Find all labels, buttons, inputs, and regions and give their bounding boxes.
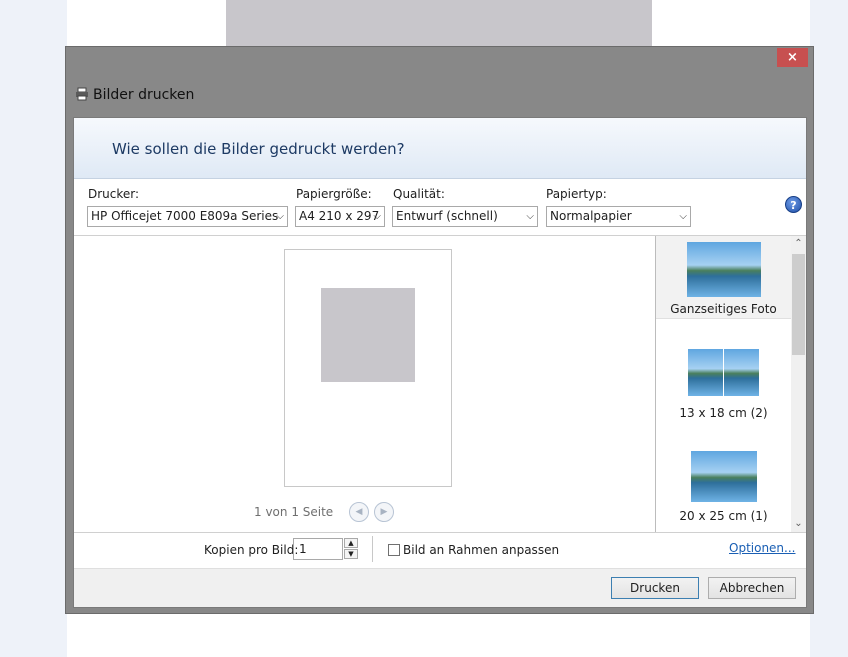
close-icon: × <box>787 50 798 65</box>
fit-frame-checkbox[interactable] <box>388 544 400 556</box>
print-options-bar: Drucker: HP Officejet 7000 E809a Series … <box>74 179 806 236</box>
layout-item-20x25[interactable]: 20 x 25 cm (1) <box>656 446 791 532</box>
print-dialog: × Bilder drucken Wie sollen die Bilder g… <box>65 46 814 614</box>
printer-icon <box>76 87 88 101</box>
layout-thumbnail <box>688 349 723 396</box>
layout-label: Ganzseitiges Foto <box>670 302 777 316</box>
arrow-left-icon: ◀ <box>355 507 363 517</box>
copies-label: Kopien pro Bild: <box>204 543 299 557</box>
next-page-button[interactable]: ▶ <box>374 502 394 522</box>
cancel-button[interactable]: Abbrechen <box>708 577 796 599</box>
previous-page-button[interactable]: ◀ <box>349 502 369 522</box>
quality-value: Entwurf (schnell) <box>396 209 498 223</box>
print-preview: 1 von 1 Seite ◀ ▶ <box>74 236 654 532</box>
window-title: Bilder drucken <box>93 87 195 103</box>
layout-label: 13 x 18 cm (2) <box>679 406 768 420</box>
copies-input[interactable]: 1 <box>293 538 343 560</box>
print-button[interactable]: Drucken <box>611 577 699 599</box>
background-left <box>0 0 67 657</box>
paper-type-value: Normalpapier <box>550 209 632 223</box>
printer-value: HP Officejet 7000 E809a Series <box>91 209 279 223</box>
dialog-body: Wie sollen die Bilder gedruckt werden? D… <box>73 117 807 608</box>
copies-decrease-button[interactable]: ▼ <box>344 549 358 559</box>
chevron-down-icon: ⌵ <box>526 211 534 222</box>
copies-increase-button[interactable]: ▲ <box>344 538 358 548</box>
options-link[interactable]: Optionen... <box>729 541 795 555</box>
arrow-right-icon: ▶ <box>380 507 388 517</box>
quality-label: Qualität: <box>393 187 445 201</box>
layout-thumbnail <box>724 349 759 396</box>
preview-image <box>321 288 415 382</box>
chevron-down-icon: ⌵ <box>679 211 687 222</box>
scroll-down-icon[interactable]: ⌄ <box>791 516 806 531</box>
layout-list: Ganzseitiges Foto 13 x 18 cm (2) 20 x 25… <box>655 236 806 532</box>
preview-page <box>284 249 452 487</box>
copies-bar: Kopien pro Bild: 1 ▲ ▼ Bild an Rahmen an… <box>74 532 806 568</box>
layout-item-full-page[interactable]: Ganzseitiges Foto <box>656 236 791 319</box>
layout-thumbnail <box>691 451 757 502</box>
dialog-footer: Drucken Abbrechen <box>74 568 806 607</box>
paper-type-select[interactable]: Normalpapier ⌵ <box>546 206 691 227</box>
paper-size-label: Papiergröße: <box>296 187 372 201</box>
printer-label: Drucker: <box>88 187 140 201</box>
scrollbar-thumb[interactable] <box>792 254 805 355</box>
help-icon[interactable]: ? <box>785 196 802 213</box>
header-question: Wie sollen die Bilder gedruckt werden? <box>112 140 405 158</box>
fit-frame-label[interactable]: Bild an Rahmen anpassen <box>403 543 559 557</box>
layout-item-13x18[interactable]: 13 x 18 cm (2) <box>656 336 791 426</box>
chevron-down-icon: ⌵ <box>373 211 381 222</box>
page-count: 1 von 1 Seite <box>254 505 334 519</box>
chevron-down-icon: ⌵ <box>276 211 284 222</box>
layout-label: 20 x 25 cm (1) <box>679 509 768 523</box>
close-button[interactable]: × <box>777 48 808 67</box>
scroll-up-icon[interactable]: ⌃ <box>791 236 806 251</box>
background-image <box>226 0 652 46</box>
printer-select[interactable]: HP Officejet 7000 E809a Series ⌵ <box>87 206 288 227</box>
background-right <box>810 0 848 657</box>
quality-select[interactable]: Entwurf (schnell) ⌵ <box>392 206 538 227</box>
dialog-header: Wie sollen die Bilder gedruckt werden? <box>74 118 806 179</box>
paper-size-select[interactable]: A4 210 x 297 ⌵ <box>295 206 385 227</box>
layout-thumbnail <box>687 242 761 297</box>
divider <box>372 536 373 562</box>
layout-scrollbar[interactable]: ⌃ ⌄ <box>791 236 806 532</box>
paper-type-label: Papiertyp: <box>546 187 607 201</box>
paper-size-value: A4 210 x 297 <box>299 209 380 223</box>
